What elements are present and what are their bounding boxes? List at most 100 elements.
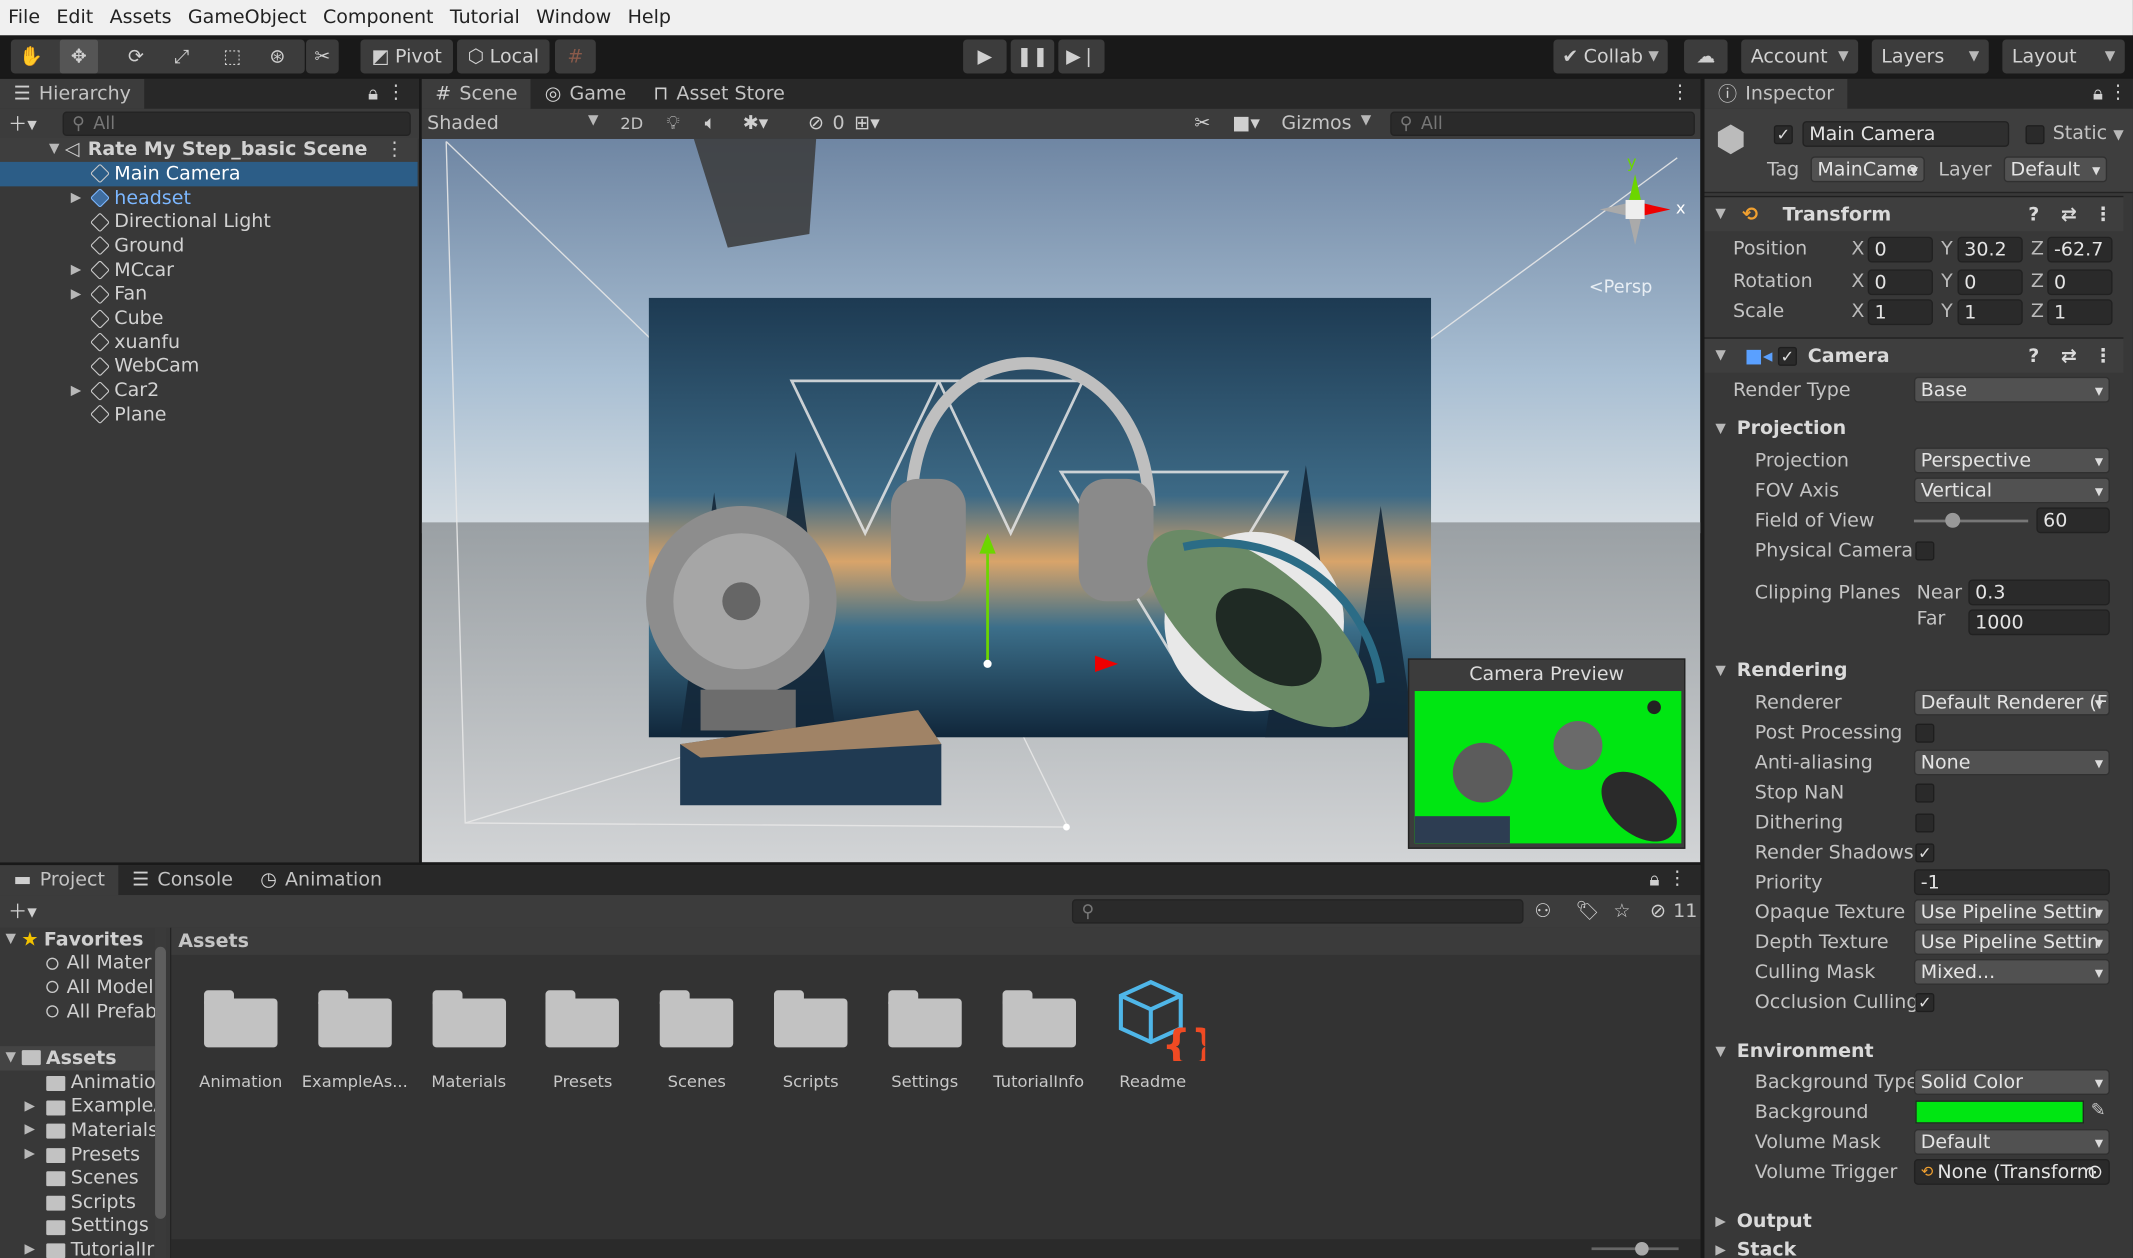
eyedropper-icon[interactable]: ✎ <box>2091 1100 2106 1120</box>
expand-arrow-icon[interactable]: ▶ <box>24 1099 34 1114</box>
preset-icon[interactable]: ⇄ <box>2061 203 2077 225</box>
dithering-checkbox[interactable] <box>1915 813 1935 833</box>
menu-file[interactable]: File <box>0 7 48 29</box>
hierarchy-item[interactable]: Plane <box>0 403 418 427</box>
tab-animation[interactable]: ◷ Animation <box>247 865 396 895</box>
folder-asset[interactable]: Presets <box>522 977 644 1099</box>
label-icon[interactable]: 🏷︎ <box>1575 901 1599 923</box>
tab-game[interactable]: ◎ Game <box>531 79 640 109</box>
transform-tool-icon[interactable]: ⊛ <box>269 46 285 68</box>
orientation-gizmo[interactable]: y x <box>1581 152 1690 264</box>
expand-arrow-icon[interactable]: ▼ <box>1715 207 1725 222</box>
scene-search-input[interactable]: ⚲ All <box>1390 111 1695 137</box>
tab-console[interactable]: ☰ Console <box>119 865 247 895</box>
physical-camera-checkbox[interactable] <box>1915 541 1935 561</box>
menu-component[interactable]: Component <box>315 7 442 29</box>
search-by-type-icon[interactable]: ⚇ <box>1534 901 1551 923</box>
expand-arrow-icon[interactable]: ▶ <box>71 263 81 278</box>
render-shadows-checkbox[interactable]: ✓ <box>1915 843 1935 863</box>
folder-asset[interactable]: Animation <box>180 977 302 1099</box>
volume-mask-dropdown[interactable]: Default <box>1913 1129 2110 1155</box>
position-y-field[interactable]: 30.2 <box>1957 236 2023 263</box>
more-menu-icon[interactable]: ⋮ <box>2108 82 2127 104</box>
scrollbar-thumb[interactable] <box>155 946 166 1219</box>
hierarchy-item[interactable]: ▶ Fan <box>0 282 418 306</box>
help-icon[interactable]: ? <box>2028 203 2039 225</box>
object-picker-icon[interactable]: ⊙ <box>2087 1161 2103 1183</box>
render-type-dropdown[interactable]: Base <box>1913 376 2110 403</box>
camera-icon[interactable]: ■▾ <box>1232 113 1260 135</box>
shading-mode-dropdown[interactable]: Shaded ▼ <box>427 113 598 135</box>
menu-edit[interactable]: Edit <box>48 7 101 29</box>
account-dropdown[interactable]: Account ▼ <box>1741 39 1859 74</box>
far-field[interactable]: 1000 <box>1968 609 2110 636</box>
expand-arrow-icon[interactable]: ▶ <box>71 383 81 398</box>
lock-icon[interactable]: 🔒︎ <box>2093 83 2103 105</box>
hierarchy-item[interactable]: ▶ MCcar <box>0 258 418 282</box>
rendering-section[interactable]: ▼ Rendering <box>1704 656 2123 686</box>
rotate-tool-icon[interactable]: ⟳ <box>128 46 144 68</box>
environment-section[interactable]: ▼ Environment <box>1704 1037 2123 1067</box>
scale-z-field[interactable]: 1 <box>2047 299 2113 326</box>
expand-arrow-icon[interactable]: ▼ <box>1715 348 1725 363</box>
expand-arrow-icon[interactable]: ▶ <box>24 1123 34 1138</box>
expand-arrow-icon[interactable]: ▼ <box>5 932 15 947</box>
fov-slider-thumb[interactable] <box>1944 512 1960 528</box>
tools-icon[interactable]: ✂ <box>1194 113 1210 135</box>
active-checkbox[interactable]: ✓ <box>1773 125 1793 145</box>
scene-root-row[interactable]: ▼ ◁ Rate My Step_basic Scene ⋮ <box>0 137 418 162</box>
anti-aliasing-dropdown[interactable]: None <box>1913 749 2110 776</box>
layers-dropdown[interactable]: Layers ▼ <box>1871 39 1989 74</box>
hidden-packages-icon[interactable]: ⊘ <box>1650 901 1666 923</box>
expand-arrow-icon[interactable]: ▼ <box>49 142 59 157</box>
output-section[interactable]: ▶ Output <box>1704 1207 2123 1237</box>
menu-assets[interactable]: Assets <box>101 7 179 29</box>
tree-scrollbar[interactable] <box>155 927 166 1258</box>
favorite-item[interactable]: All Prefab <box>0 1000 158 1024</box>
tab-project[interactable]: ▬ Project <box>0 865 119 896</box>
audio-icon[interactable]: 🔈︎ <box>705 113 716 135</box>
folder-asset[interactable]: Settings <box>864 977 986 1099</box>
component-menu-icon[interactable]: ⋮ <box>2094 203 2113 225</box>
cloud-button[interactable]: ☁ <box>1684 39 1728 74</box>
occlusion-culling-checkbox[interactable]: ✓ <box>1915 993 1935 1013</box>
expand-arrow-icon[interactable]: ▼ <box>1715 421 1725 436</box>
folder-asset[interactable]: Materials <box>408 977 530 1099</box>
menu-help[interactable]: Help <box>619 7 679 29</box>
stop-nan-checkbox[interactable] <box>1915 783 1935 803</box>
gizmos-dropdown[interactable]: Gizmos ▼ <box>1281 113 1371 135</box>
menu-window[interactable]: Window <box>528 7 619 29</box>
position-x-field[interactable]: 0 <box>1867 236 1933 263</box>
static-dropdown[interactable]: Static ▼ <box>2053 122 2124 144</box>
hierarchy-item[interactable]: Directional Light <box>0 210 418 234</box>
asset-tree-item[interactable]: Animation <box>0 1071 158 1095</box>
tab-hierarchy[interactable]: ☰ Hierarchy <box>0 78 145 109</box>
lock-icon[interactable]: 🔒︎ <box>1649 869 1659 891</box>
expand-arrow-icon[interactable]: ▶ <box>71 190 81 205</box>
add-icon[interactable]: ＋▾ <box>8 110 37 137</box>
readme-asset[interactable]: {} Readme <box>1091 977 1213 1099</box>
rect-tool-icon[interactable]: ⬚ <box>223 46 241 68</box>
static-checkbox[interactable] <box>2025 125 2045 145</box>
asset-tree-item[interactable]: ▶ Presets <box>0 1142 158 1166</box>
expand-arrow-icon[interactable]: ▼ <box>5 1051 15 1066</box>
expand-arrow-icon[interactable]: ▼ <box>1715 663 1725 678</box>
rotation-z-field[interactable]: 0 <box>2047 269 2113 296</box>
stack-section[interactable]: ▶ Stack <box>1704 1235 2123 1258</box>
renderer-dropdown[interactable]: Default Renderer (F <box>1913 689 2110 716</box>
preset-icon[interactable]: ⇄ <box>2061 345 2077 367</box>
depth-texture-dropdown[interactable]: Use Pipeline Settin <box>1913 929 2110 955</box>
volume-trigger-field[interactable]: ⟲ None (Transform ⊙ <box>1913 1158 2110 1185</box>
expand-arrow-icon[interactable]: ▶ <box>24 1147 34 1162</box>
play-button[interactable]: ▶ <box>963 39 1007 74</box>
layer-dropdown[interactable]: Default <box>2003 156 2108 183</box>
rotation-y-field[interactable]: 0 <box>1957 269 2023 296</box>
assets-root-row[interactable]: ▼ Assets <box>0 1046 158 1071</box>
pivot-toggle[interactable]: ◩ Pivot <box>360 39 453 74</box>
lighting-icon[interactable]: 💡︎ <box>667 113 680 135</box>
help-icon[interactable]: ? <box>2028 345 2039 367</box>
hierarchy-item[interactable]: WebCam <box>0 354 418 378</box>
asset-tree-item[interactable]: ▶ Materials <box>0 1118 157 1142</box>
projection-dropdown[interactable]: Perspective <box>1913 447 2110 474</box>
tag-dropdown[interactable]: MainCame <box>1810 156 1925 183</box>
